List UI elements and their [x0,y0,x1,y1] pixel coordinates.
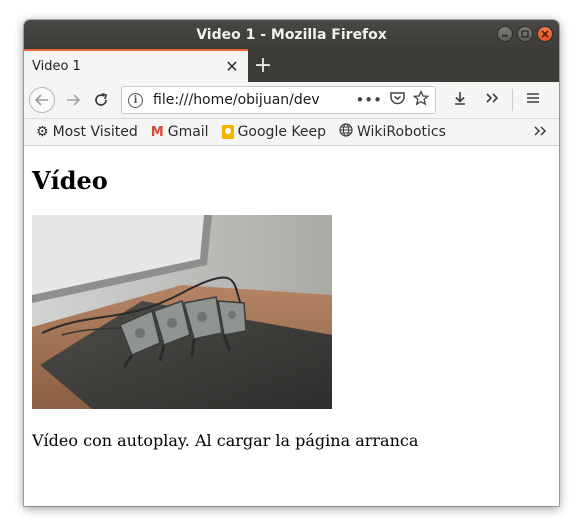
bookmark-most-visited[interactable]: ⚙ Most Visited [36,124,138,140]
bookmark-star-icon[interactable] [412,89,430,110]
navigation-bar: i file:///home/obijuan/dev ••• [24,82,559,119]
bookmarks-overflow-icon[interactable] [533,123,547,142]
tab-strip: Video 1 ✕ + [24,49,559,82]
hamburger-menu-icon[interactable] [517,90,549,111]
minimize-icon [502,35,508,37]
gear-icon: ⚙ [36,124,49,140]
window-controls [497,26,553,42]
pocket-icon[interactable] [390,91,405,109]
toolbar-divider [512,89,513,111]
keep-icon [221,125,234,139]
reload-icon [95,93,108,106]
video-player[interactable] [32,215,332,409]
forward-button[interactable] [59,86,87,114]
bookmark-wikirobotics[interactable]: WikiRobotics [339,123,446,141]
tab-close-button[interactable]: ✕ [224,57,240,76]
bookmarks-toolbar: ⚙ Most Visited M Gmail Google Keep WikiR… [24,119,559,146]
maximize-button[interactable] [517,26,533,42]
gmail-icon: M [150,124,164,140]
bookmark-gmail[interactable]: M Gmail [151,124,209,140]
bookmark-label: Google Keep [237,124,326,140]
page-paragraph: Vídeo con autoplay. Al cargar la página … [32,431,419,450]
video-frame-robot [32,215,332,409]
downloads-icon[interactable] [444,90,476,111]
tab-video-1[interactable]: Video 1 ✕ [24,49,248,82]
forward-arrow-icon [67,94,81,106]
window-title: Video 1 - Mozilla Firefox [196,26,387,43]
close-icon [541,30,549,38]
tab-title: Video 1 [32,59,81,74]
page-actions-icon[interactable]: ••• [355,91,382,109]
url-bar[interactable]: i file:///home/obijuan/dev ••• [121,86,436,114]
maximize-icon [521,30,529,38]
url-text[interactable]: file:///home/obijuan/dev [153,92,347,108]
globe-icon [339,123,353,141]
page-heading: Vídeo [32,166,108,195]
bookmark-label: WikiRobotics [357,124,446,140]
reload-button[interactable] [87,86,115,114]
close-window-button[interactable] [537,26,553,42]
browser-window: Video 1 - Mozilla Firefox Video 1 ✕ + i … [24,20,559,506]
toolbar-right [444,89,549,111]
back-arrow-icon [34,94,48,106]
new-tab-button[interactable]: + [248,49,278,82]
title-bar[interactable]: Video 1 - Mozilla Firefox [24,20,559,49]
bookmark-label: Most Visited [52,124,138,140]
bookmark-label: Gmail [167,124,209,140]
back-button[interactable] [29,87,55,113]
minimize-button[interactable] [497,26,513,42]
overflow-chevron-icon[interactable] [476,90,508,111]
bookmark-google-keep[interactable]: Google Keep [221,124,326,140]
page-content: Vídeo Vídeo con autoplay. Al cargar la p… [24,167,559,450]
site-info-icon[interactable]: i [128,92,143,108]
